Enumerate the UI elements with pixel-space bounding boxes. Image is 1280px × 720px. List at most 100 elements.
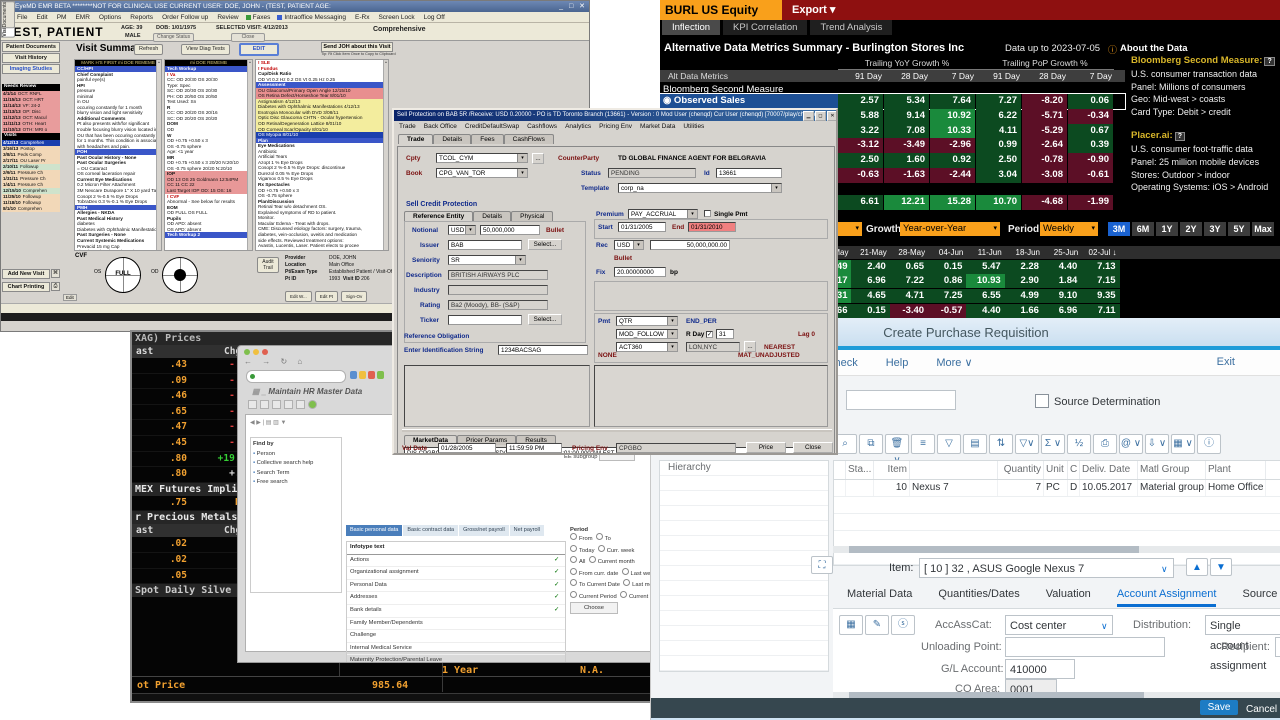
source-determination-checkbox[interactable] xyxy=(1035,394,1049,408)
accasscat-dropdown[interactable]: Cost center xyxy=(1005,615,1113,635)
requisition-number-input[interactable] xyxy=(846,390,956,410)
toolbar-icon[interactable]: ▦ ∨ xyxy=(1171,434,1195,454)
hierarchy-row[interactable] xyxy=(660,521,828,536)
audit-trail-button[interactable]: Audit Trail xyxy=(257,257,279,273)
choose-button[interactable]: Choose xyxy=(570,602,618,614)
trade-menu-item[interactable]: Market Data xyxy=(640,123,675,130)
column-header[interactable] xyxy=(834,461,846,479)
info-icon[interactable]: ⓘ xyxy=(1108,43,1117,56)
emr-menu-item[interactable]: PM xyxy=(55,14,67,21)
emr-line[interactable]: 3M Nexcare Durapore 1" X 10 yard Tape xyxy=(75,188,161,194)
date-header[interactable]: 04-Jun xyxy=(928,246,966,259)
emr-line[interactable]: Tech Workup 2 xyxy=(165,232,252,238)
toolbar-icon[interactable]: ½ xyxy=(1067,434,1091,454)
valtime-field[interactable]: 11:59:59 PM xyxy=(506,443,562,453)
column-header[interactable]: Unit xyxy=(1044,461,1068,479)
toolbar-icon[interactable]: ▽∨ xyxy=(1015,434,1039,454)
date-header[interactable]: 28-May xyxy=(890,246,928,259)
metric-row[interactable]: ◉ Observed Sales 2.575.347.647.27-8.200.… xyxy=(660,94,1125,109)
emr-line[interactable]: trouble focusing blurry vision located i… xyxy=(75,127,161,133)
toolbar-icon[interactable] xyxy=(248,400,257,409)
trade-menu-item[interactable]: Back Office xyxy=(424,123,457,130)
emr-line[interactable]: for 1 months. This condition is associat… xyxy=(75,138,161,144)
add-new-visit-button[interactable]: Add New Visit xyxy=(2,269,50,279)
hierarchy-row[interactable] xyxy=(660,551,828,566)
gl-account-input[interactable]: 410000 xyxy=(1005,659,1075,679)
column1-scrollbar[interactable]: ▲ xyxy=(156,60,161,250)
range-button[interactable]: Max xyxy=(1252,222,1274,236)
window-dot-yellow[interactable] xyxy=(253,349,259,355)
emr-menu-item[interactable]: Screen Lock xyxy=(376,14,414,21)
rday-checkbox[interactable]: ✓ xyxy=(706,331,713,338)
hr-tab[interactable]: Basic personal data xyxy=(346,525,402,536)
column-header[interactable]: Deliv. Date xyxy=(1080,461,1138,479)
trade-window-controls[interactable]: ▁◻✕ xyxy=(803,111,838,121)
toolbar-icon[interactable]: ≡ xyxy=(911,434,935,454)
hierarchy-row[interactable] xyxy=(660,656,828,671)
toolbar-icon[interactable]: ⇩ ∨ xyxy=(1145,434,1169,454)
tree-item[interactable]: ▪ Search Term xyxy=(253,469,339,479)
date-header[interactable]: 11-Jun xyxy=(966,246,1004,259)
security-field[interactable]: BURL US Equity xyxy=(660,0,782,20)
emr-title-bar[interactable]: EyeMD EMR BETA ********NOT FOR CLINICAL … xyxy=(1,1,590,12)
patient-documents-button[interactable]: Patient Documents xyxy=(2,42,60,52)
chevron-down-icon[interactable]: ∨ xyxy=(1161,564,1168,575)
edit-tab[interactable]: Edit xyxy=(63,294,77,301)
emr-menu-item[interactable]: Order Follow up xyxy=(160,14,208,21)
export-menu[interactable]: Export ▾ xyxy=(792,0,835,20)
extension-icon[interactable] xyxy=(359,371,366,379)
close-visit-button[interactable]: Close xyxy=(231,33,265,42)
toolbar-icon[interactable]: 🗑 ∨ xyxy=(885,434,909,454)
toolbar-icon[interactable] xyxy=(260,400,269,409)
about-the-data-link[interactable]: About the Data xyxy=(1120,43,1188,54)
growth-dropdown[interactable]: Year-over-Year▾ xyxy=(900,222,1000,236)
end-field[interactable]: 01/31/2010 xyxy=(688,222,736,232)
period-radio[interactable]: To Current Date xyxy=(570,582,620,588)
hr-tab[interactable]: Gross/net payroll xyxy=(459,525,509,536)
hidden-dropdown-stub[interactable]: ▾ xyxy=(838,222,862,236)
view-diag-tests-button[interactable]: View Diag Tests xyxy=(181,44,230,55)
date-header[interactable]: 25-Jun xyxy=(1043,246,1081,259)
emr-window-controls[interactable]: _ □ ✕ xyxy=(559,2,587,10)
start-field[interactable]: 01/31/2005 xyxy=(618,222,666,232)
exit-button[interactable]: Exit xyxy=(1217,356,1235,368)
extension-icon[interactable] xyxy=(368,371,375,379)
window-dot-green[interactable] xyxy=(244,349,250,355)
table-view-icon[interactable]: ▦ xyxy=(839,615,863,635)
rec-ccy-combo[interactable]: USD▾ xyxy=(614,240,644,250)
distribution-dropdown[interactable]: Single account assignment xyxy=(1205,615,1280,635)
extension-icon[interactable] xyxy=(350,371,357,379)
toolbar-icon[interactable]: Σ ∨ xyxy=(1041,434,1065,454)
emr-menu-item[interactable]: Faxes xyxy=(246,14,271,21)
column-header[interactable]: C xyxy=(1068,461,1080,479)
period-radio[interactable]: From xyxy=(570,536,593,542)
edit-pt-button[interactable]: Edit Pt xyxy=(315,291,338,302)
hr-tab[interactable]: Basic contract data xyxy=(403,525,458,536)
bloomberg-tab[interactable]: Trend Analysis xyxy=(810,20,892,35)
trade-menu-item[interactable]: Pricing Env xyxy=(599,123,632,130)
column2-scrollbar[interactable]: ▲ xyxy=(247,60,252,250)
notional-field[interactable]: 50,000,000 xyxy=(480,225,540,235)
hierarchy-row[interactable] xyxy=(660,581,828,596)
hr-tab[interactable]: Net payroll xyxy=(510,525,544,536)
hierarchy-row[interactable] xyxy=(660,491,828,506)
ticker-select-button[interactable]: Select... xyxy=(528,314,562,325)
emr-menu-item[interactable]: Review xyxy=(215,14,238,21)
id-string-field[interactable]: 1234BACSAG xyxy=(498,345,588,355)
fix-field[interactable]: 20.00000000 xyxy=(614,267,666,277)
toolbar-icon[interactable] xyxy=(296,400,305,409)
issuer-field[interactable]: BAB xyxy=(448,240,522,250)
trade-tab[interactable]: Fees xyxy=(471,134,503,144)
emr-menu-item[interactable]: E-Rx xyxy=(353,14,369,21)
hierarchy-row[interactable] xyxy=(660,626,828,641)
hierarchy-row[interactable] xyxy=(660,611,828,626)
visit-item[interactable]: 8/1/10Comprehen xyxy=(2,206,60,212)
extension-icon[interactable] xyxy=(377,371,384,379)
period-radio[interactable]: From curr. date xyxy=(570,571,618,577)
help-icon[interactable]: ? xyxy=(1175,132,1185,141)
toolbar-icon[interactable]: ⎙ xyxy=(1093,434,1117,454)
reference-tab[interactable]: Details xyxy=(473,211,511,221)
column-header[interactable] xyxy=(910,461,998,479)
emr-vertical-tab[interactable]: Documents xyxy=(1,1,15,28)
range-button[interactable]: 5Y xyxy=(1228,222,1250,236)
